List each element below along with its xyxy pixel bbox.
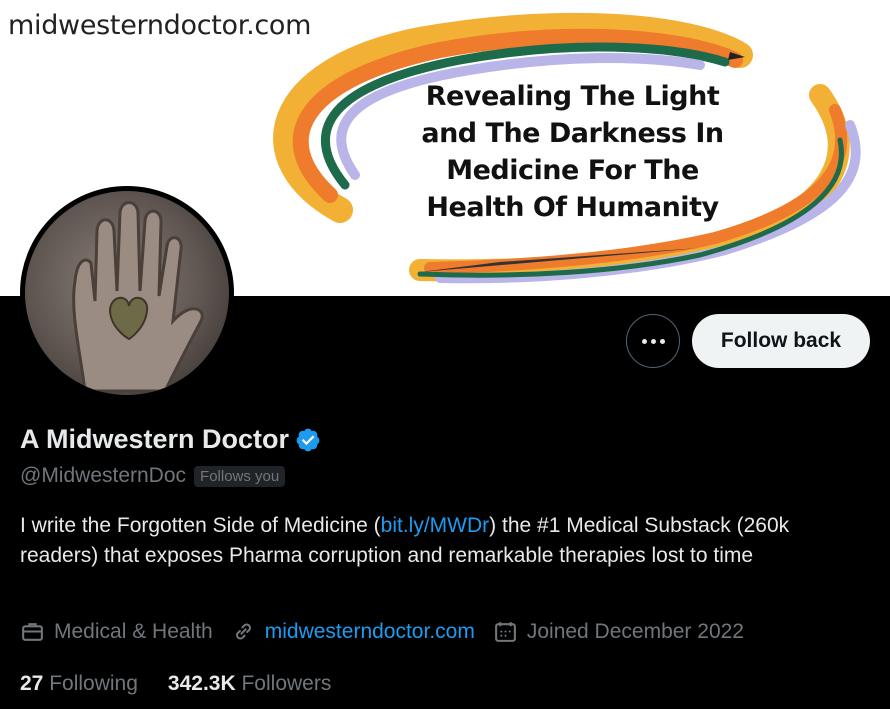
more-icon bbox=[659, 338, 665, 344]
follows-you-badge: Follows you bbox=[194, 465, 286, 487]
following-stat[interactable]: 27 Following bbox=[20, 672, 138, 696]
profile-bio: I write the Forgotten Side of Medicine (… bbox=[20, 511, 870, 571]
name-row: A Midwestern Doctor bbox=[20, 424, 321, 455]
more-icon bbox=[650, 338, 656, 344]
follow-back-button[interactable]: Follow back bbox=[692, 314, 870, 368]
followers-stat[interactable]: 342.3K Followers bbox=[168, 672, 331, 696]
calendar-icon bbox=[494, 622, 516, 642]
website-item[interactable]: midwesterndoctor.com bbox=[231, 619, 475, 644]
bio-link[interactable]: bit.ly/MWDr bbox=[381, 514, 490, 537]
follow-stats: 27 Following 342.3K Followers bbox=[20, 672, 361, 696]
category-label: Medical & Health bbox=[54, 619, 213, 643]
banner-tagline-line: Medicine For The bbox=[446, 155, 699, 186]
banner-tagline-line: and The Darkness In bbox=[421, 118, 724, 149]
more-icon bbox=[641, 338, 647, 344]
avatar[interactable] bbox=[20, 186, 234, 400]
followers-label: Followers bbox=[241, 672, 332, 695]
stone-hand-icon bbox=[72, 201, 204, 393]
profile-meta-row: Medical & Health midwesterndoctor.com Jo… bbox=[20, 619, 762, 644]
more-options-button[interactable] bbox=[626, 314, 680, 368]
following-label: Following bbox=[49, 672, 138, 695]
bio-text-prefix: I write the Forgotten Side of Medicine ( bbox=[20, 514, 381, 537]
display-name: A Midwestern Doctor bbox=[20, 424, 290, 454]
category-item: Medical & Health bbox=[20, 619, 213, 644]
followers-count: 342.3K bbox=[167, 672, 236, 695]
website-link[interactable]: midwesterndoctor.com bbox=[265, 620, 475, 644]
following-count: 27 bbox=[20, 672, 44, 695]
handle-row: @MidwesternDoc Follows you bbox=[20, 464, 286, 488]
banner-tagline-line: Revealing The Light bbox=[425, 81, 720, 112]
banner-tagline-line: Health Of Humanity bbox=[426, 192, 719, 223]
briefcase-icon bbox=[22, 623, 43, 641]
joined-item: Joined December 2022 bbox=[493, 619, 744, 644]
verified-badge-icon[interactable] bbox=[295, 427, 321, 453]
joined-date: Joined December 2022 bbox=[526, 619, 744, 643]
username-handle: @MidwesternDoc bbox=[20, 464, 187, 487]
banner-tagline: Revealing The Light and The Darkness In … bbox=[400, 78, 745, 226]
link-icon bbox=[235, 623, 251, 640]
avatar-image bbox=[25, 191, 229, 395]
